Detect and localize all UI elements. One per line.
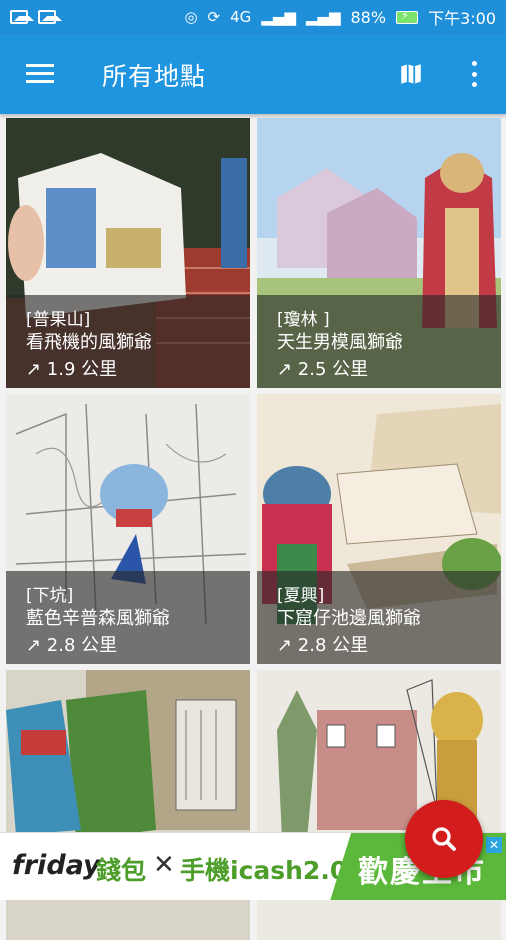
place-card[interactable]: [瓊林 ] 天生男模風獅爺 ↗ 2.5 公里 [257,118,501,388]
place-distance: ↗ 2.5 公里 [277,359,369,380]
ad-times-symbol: ✕ [153,850,175,880]
place-card[interactable]: [普果山] 看飛機的風獅爺 ↗ 1.9 公里 [6,118,250,388]
place-distance: ↗ 2.8 公里 [26,635,118,656]
card-caption: [下坑] 藍色辛普森風獅爺 ↗ 2.8 公里 [6,571,250,664]
clock: 下午3:00 [428,9,496,28]
battery-percent: 88% [350,7,387,27]
card-caption: [普果山] 看飛機的風獅爺 ↗ 1.9 公里 [6,295,250,388]
signal-icon: ▂▄▆ [261,8,296,26]
ad-phone-text: 手機icash2.0 [180,856,348,885]
more-options-icon[interactable] [470,61,478,87]
place-distance: ↗ 2.8 公里 [277,635,369,656]
app-bar: 所有地點 [0,34,506,114]
hotspot-icon: ◎ [184,8,198,26]
place-name: 看飛機的風獅爺 [26,332,152,353]
network-type-label: 4G [230,8,252,26]
gallery-notification-icon [38,10,62,24]
search-button[interactable] [405,800,483,878]
place-card[interactable]: [下坑] 藍色辛普森風獅爺 ↗ 2.8 公里 [6,394,250,664]
ad-wallet-text: 錢包 [96,856,147,885]
gallery-notification-icon [10,10,34,24]
menu-icon[interactable] [26,64,54,84]
signal-icon: ▂▄▆ [305,8,341,26]
search-icon [432,827,456,851]
place-area: [普果山] [26,310,91,330]
place-name: 藍色辛普森風獅爺 [26,608,170,629]
place-card[interactable]: [夏興] 下窟仔池邊風獅爺 ↗ 2.8 公里 [257,394,501,664]
status-bar: ◎ ⟳ 4G ▂▄▆ ▂▄▆ 88% 下午3:00 [0,0,506,34]
ad-close-icon[interactable]: ✕ [486,837,502,853]
map-icon[interactable] [398,61,424,87]
page-title: 所有地點 [102,62,207,91]
ad-brand: friday [12,850,101,881]
place-area: [瓊林 ] [277,310,330,330]
place-area: [夏興] [277,586,325,606]
card-caption: [瓊林 ] 天生男模風獅爺 ↗ 2.5 公里 [257,295,501,388]
place-name: 下窟仔池邊風獅爺 [277,608,421,629]
place-area: [下坑] [26,586,74,606]
place-distance: ↗ 1.9 公里 [26,359,118,380]
card-caption: [夏興] 下窟仔池邊風獅爺 ↗ 2.8 公里 [257,571,501,664]
sync-icon: ⟳ [207,8,221,26]
place-name: 天生男模風獅爺 [277,332,403,353]
battery-icon [396,9,419,24]
